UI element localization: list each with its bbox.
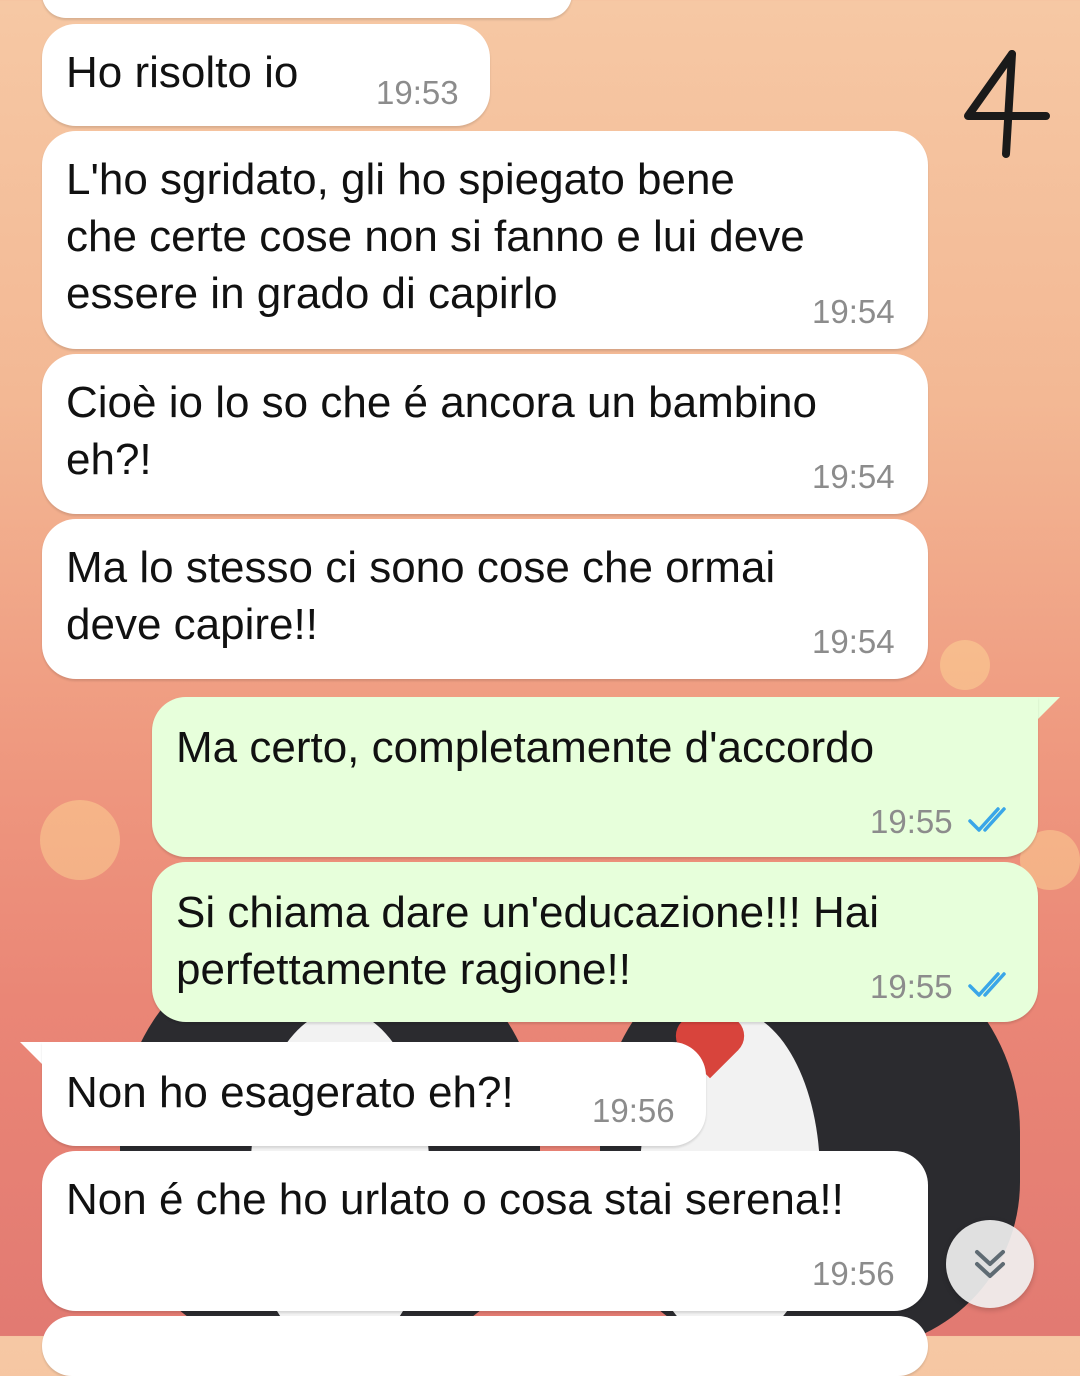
message-bubble-incoming[interactable]: L'ho sgridato, gli ho spiegato bene che …	[42, 131, 928, 349]
message-bubble-outgoing[interactable]: Si chiama dare un'educazione!!! Hai perf…	[152, 862, 1038, 1022]
message-time: 19:53	[376, 74, 459, 111]
double-check-icon	[968, 972, 1006, 997]
message-time: 19:56	[592, 1092, 675, 1129]
message-text: Ma lo stesso ci sono cose che ormai deve…	[66, 543, 776, 649]
message-bubble-outgoing[interactable]: Ma certo, completamente d'accordo 19:55	[152, 697, 1038, 857]
message-bubble-incoming[interactable]: Non ho esagerato eh?! 19:56	[42, 1042, 706, 1146]
message-time: 19:54	[812, 293, 895, 330]
message-text: Ma certo, completamente d'accordo	[176, 723, 875, 772]
message-bubble-incoming[interactable]: Non é che ho urlato o cosa stai serena!!…	[42, 1151, 928, 1311]
message-text: Non ho esagerato eh?!	[66, 1068, 514, 1117]
wallpaper-bokeh	[940, 640, 990, 690]
message-bubble-partial	[42, 1316, 928, 1376]
message-time: 19:56	[812, 1255, 895, 1292]
handwritten-number: 4	[964, 50, 1050, 158]
double-chevron-down-icon	[975, 1250, 1005, 1278]
message-bubble-incoming[interactable]: Ho risolto io 19:53	[42, 24, 490, 126]
message-bubble-partial	[42, 0, 572, 18]
message-bubble-incoming[interactable]: Cioè io lo so che é ancora un bambino eh…	[42, 354, 928, 514]
message-text: L'ho sgridato, gli ho spiegato bene che …	[66, 155, 805, 318]
wallpaper-bokeh	[40, 800, 120, 880]
message-text: Ho risolto io	[66, 48, 299, 97]
message-time: 19:54	[812, 458, 895, 495]
message-time: 19:54	[812, 623, 895, 660]
message-text: Non é che ho urlato o cosa stai serena!!	[66, 1175, 844, 1224]
message-time: 19:55	[870, 803, 953, 840]
scroll-to-bottom-button[interactable]	[946, 1220, 1034, 1308]
message-text: Cioè io lo so che é ancora un bambino eh…	[66, 378, 817, 484]
message-bubble-incoming[interactable]: Ma lo stesso ci sono cose che ormai deve…	[42, 519, 928, 679]
message-text: Si chiama dare un'educazione!!! Hai perf…	[176, 888, 880, 994]
message-time: 19:55	[870, 968, 953, 1005]
double-check-icon	[968, 807, 1006, 832]
